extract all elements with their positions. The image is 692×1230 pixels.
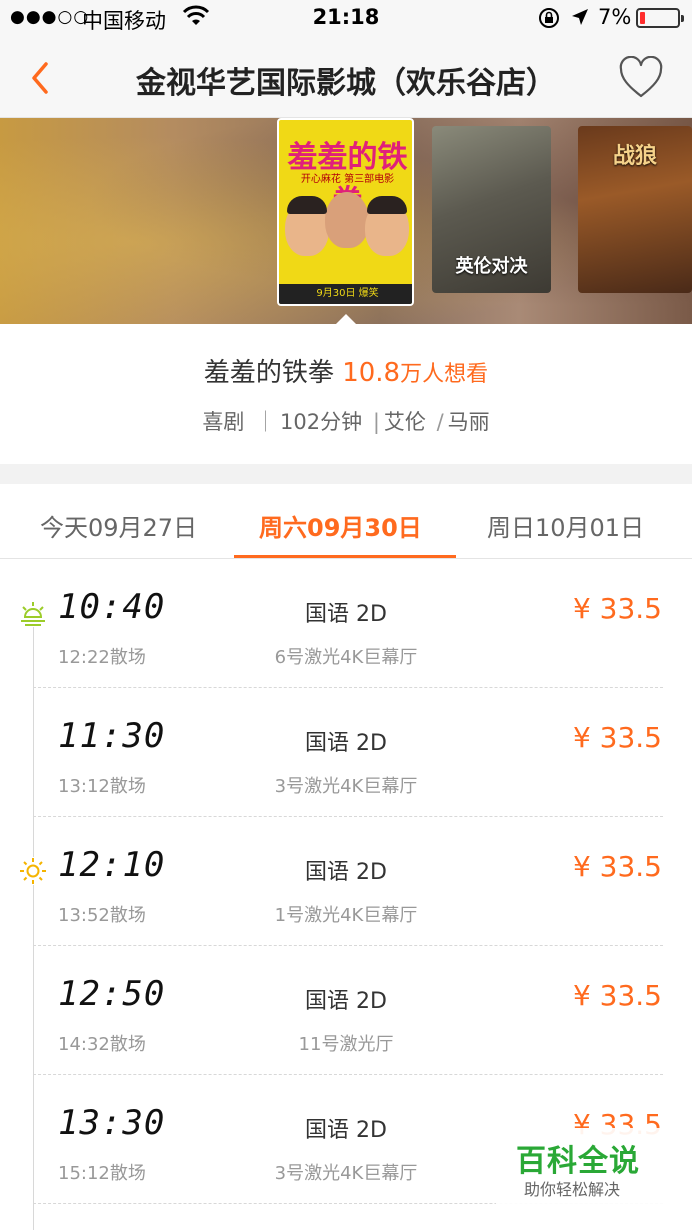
end-time: 13:12散场 xyxy=(58,776,146,797)
tab-date-sunday[interactable]: 周日10月01日 xyxy=(487,508,644,543)
movie-meta: 喜剧 ｜ 102分钟 | 艾伦 / 马丽 xyxy=(202,410,490,434)
battery-icon xyxy=(636,8,684,28)
tab-date-selected[interactable]: 周六09月30日 xyxy=(259,508,422,543)
movie-actor: 艾伦 xyxy=(383,410,426,434)
showtime-row[interactable]: 12:10 13:52散场 国语 2D 1号激光4K巨幕厅 ¥ 33.5 xyxy=(0,817,692,946)
start-time: 11:30 xyxy=(58,716,166,756)
language-format: 国语 2D xyxy=(305,1118,387,1143)
ticket-price[interactable]: ¥ 33.5 xyxy=(573,850,662,883)
poster-item[interactable]: 战狼 xyxy=(578,126,692,293)
start-time: 12:50 xyxy=(58,974,166,1014)
movie-info: 羞羞的铁拳 10.8万人想看 喜剧 ｜ 102分钟 | 艾伦 / 马丽 xyxy=(0,324,692,464)
showtime-row[interactable]: 12:50 14:32散场 国语 2D 11号激光厅 ¥ 33.5 xyxy=(0,946,692,1075)
watermark-title: 百科全说 xyxy=(516,1144,640,1179)
battery-fill xyxy=(640,12,645,24)
poster-release-band: 9月30日 爆笑 xyxy=(279,284,412,304)
battery-percent: 7% xyxy=(598,5,632,29)
start-time: 12:10 xyxy=(58,845,166,885)
ticket-price[interactable]: ¥ 33.5 xyxy=(573,721,662,754)
poster-title: 战狼 xyxy=(612,144,657,169)
date-tabs: 今天09月27日 周六09月30日 周日10月01日 xyxy=(0,484,692,559)
ticket-price[interactable]: ¥ 33.5 xyxy=(573,592,662,625)
hall-name: 3号激光4K巨幕厅 xyxy=(274,1163,418,1184)
sun-icon xyxy=(17,857,49,885)
hall-name: 1号激光4K巨幕厅 xyxy=(274,905,418,926)
start-time: 10:40 xyxy=(58,587,166,627)
language-format: 国语 2D xyxy=(305,989,387,1014)
nav-bar: 金视华艺国际影城（欢乐谷店） xyxy=(0,38,692,118)
ticket-price[interactable]: ¥ 33.5 xyxy=(573,979,662,1012)
status-bar: ●●●○○ 中国移动 21:18 7% xyxy=(0,0,692,38)
end-time: 15:12散场 xyxy=(58,1163,146,1184)
movie-name: 羞羞的铁拳 xyxy=(203,358,334,388)
want-to-see-count: 10.8万人想看 xyxy=(342,358,489,388)
language-format: 国语 2D xyxy=(305,860,387,885)
showtime-row[interactable]: 10:40 12:22散场 国语 2D 6号激光4K巨幕厅 ¥ 33.5 xyxy=(0,559,692,688)
hall-name: 6号激光4K巨幕厅 xyxy=(274,647,418,668)
movie-actor: 马丽 xyxy=(447,410,490,434)
cinema-title: 金视华艺国际影城（欢乐谷店） xyxy=(136,66,556,101)
language-format: 国语 2D xyxy=(305,731,387,756)
end-time: 13:52散场 xyxy=(58,905,146,926)
tab-date-today[interactable]: 今天09月27日 xyxy=(40,508,197,543)
movie-duration: 102分钟 xyxy=(280,410,363,434)
rotation-lock-icon xyxy=(539,8,559,28)
poster-item[interactable]: 英伦对决 xyxy=(432,126,551,293)
tab-underline xyxy=(234,555,456,558)
end-time: 12:22散场 xyxy=(58,647,146,668)
showtime-row[interactable]: 11:30 13:12散场 国语 2D 3号激光4K巨幕厅 ¥ 33.5 xyxy=(0,688,692,817)
poster-carousel[interactable]: 羞羞的铁拳 开心麻花 第三部电影 9月30日 爆笑 英伦对决 战狼 xyxy=(0,118,692,324)
hall-name: 11号激光厅 xyxy=(298,1034,394,1055)
selected-pointer xyxy=(335,314,357,324)
location-arrow-icon xyxy=(572,9,588,25)
favorite-heart-icon[interactable] xyxy=(618,56,664,100)
watermark: 百科全说 助你轻松解决 xyxy=(496,1128,666,1208)
poster-subtitle: 开心麻花 第三部电影 xyxy=(300,174,395,185)
sunrise-icon xyxy=(17,599,49,627)
poster-title: 英伦对决 xyxy=(455,256,528,277)
language-format: 国语 2D xyxy=(305,602,387,627)
hall-name: 3号激光4K巨幕厅 xyxy=(274,776,418,797)
poster-selected[interactable]: 羞羞的铁拳 开心麻花 第三部电影 9月30日 爆笑 xyxy=(277,118,414,306)
movie-genre: 喜剧 xyxy=(202,410,245,434)
start-time: 13:30 xyxy=(58,1103,166,1143)
end-time: 14:32散场 xyxy=(58,1034,146,1055)
watermark-subtitle: 助你轻松解决 xyxy=(524,1180,621,1199)
